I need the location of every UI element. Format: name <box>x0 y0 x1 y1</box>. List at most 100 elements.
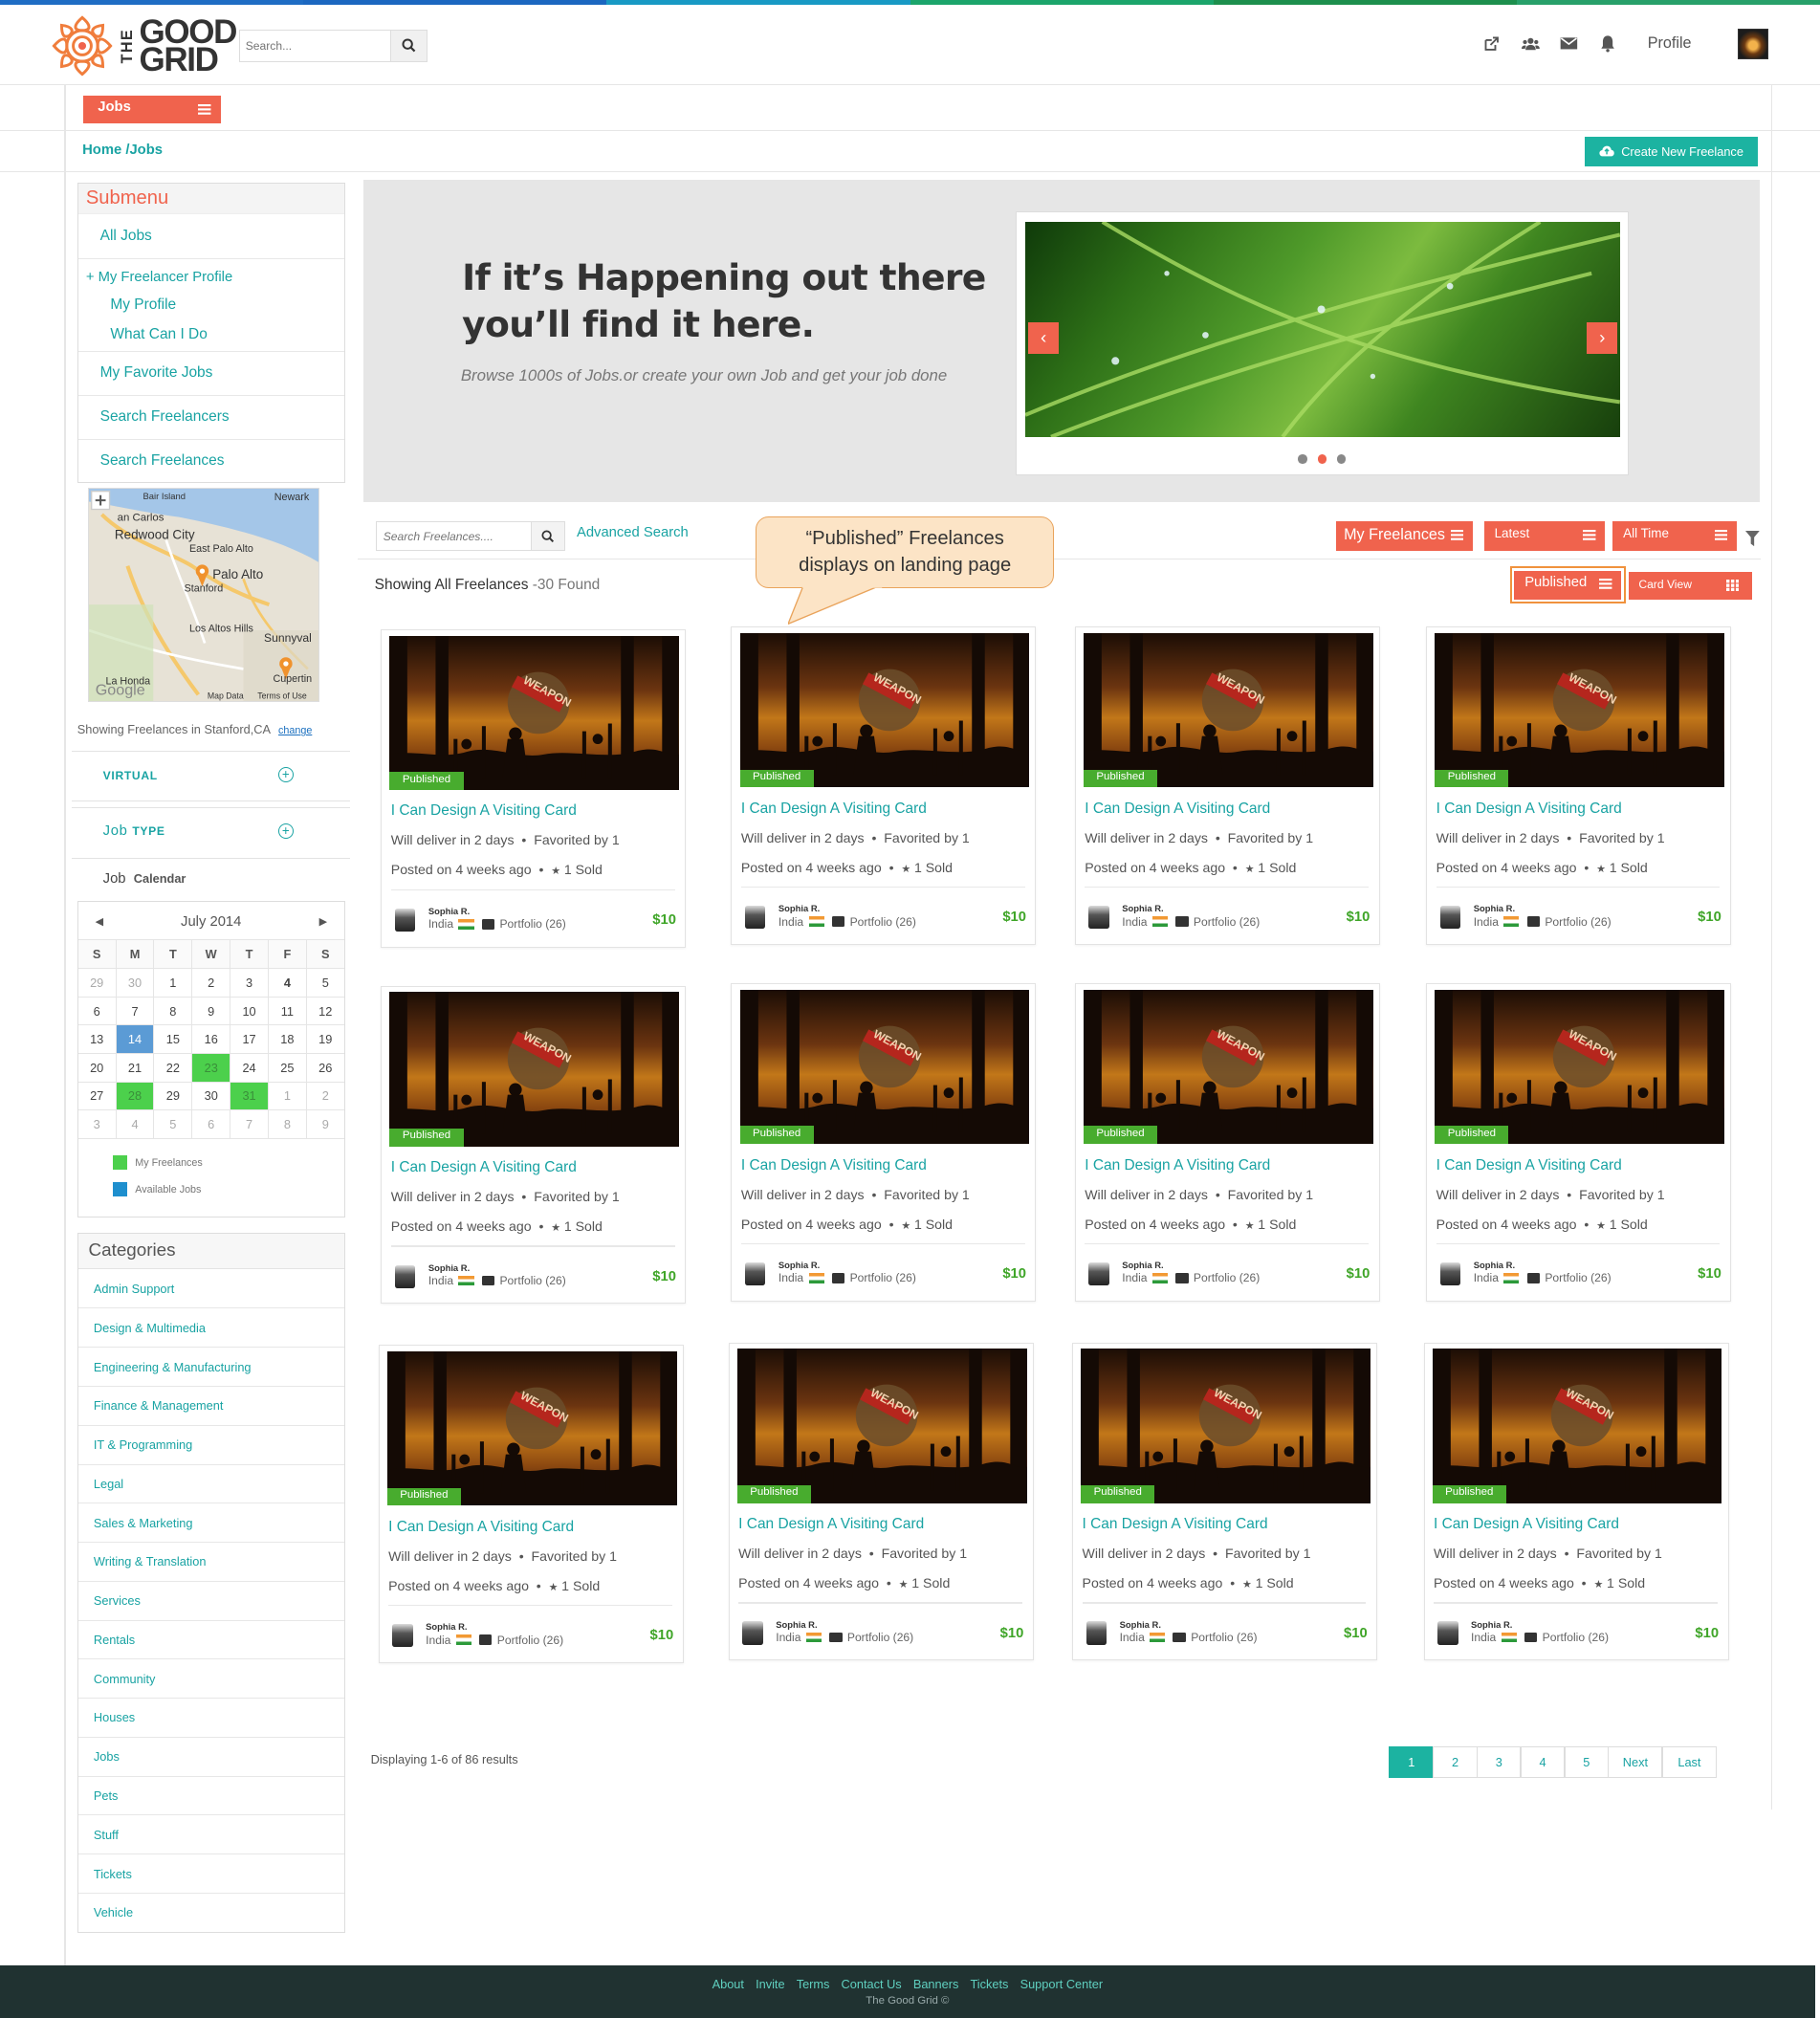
category-item[interactable]: Community <box>77 1658 344 1698</box>
page-button[interactable]: 1 <box>1389 1746 1435 1778</box>
card-title[interactable]: I Can Design A Visiting Card <box>741 801 927 818</box>
slider-dot[interactable] <box>1336 454 1347 464</box>
next-month-icon[interactable]: ▶ <box>319 915 327 928</box>
calendar-day[interactable]: 6 <box>191 1109 231 1139</box>
slider-next-button[interactable]: › <box>1587 322 1618 354</box>
profile-link[interactable]: Profile <box>1648 34 1692 53</box>
seller-name[interactable]: Sophia R. <box>776 1619 817 1630</box>
virtual-filter[interactable]: VIRTUAL + <box>72 750 351 802</box>
slider-dot[interactable] <box>1298 454 1307 464</box>
card-title[interactable]: I Can Design A Visiting Card <box>1436 801 1622 818</box>
bell-icon[interactable] <box>1599 34 1617 53</box>
slider-prev-button[interactable]: ‹ <box>1027 322 1060 354</box>
card-image[interactable]: WEAPON <box>1435 989 1725 1145</box>
calendar-day[interactable]: 16 <box>191 1024 231 1054</box>
footer-link[interactable]: Contact Us <box>842 1977 902 1991</box>
seller-avatar[interactable] <box>1439 1261 1461 1286</box>
advanced-search-link[interactable]: Advanced Search <box>577 525 689 540</box>
page-button[interactable]: 2 <box>1432 1746 1479 1778</box>
all-time-dropdown[interactable]: All Time <box>1612 521 1737 552</box>
footer-link[interactable]: About <box>713 1977 744 1991</box>
calendar-day[interactable]: 11 <box>267 996 307 1026</box>
card-image[interactable]: WEAPON <box>389 635 680 791</box>
seller-avatar[interactable] <box>742 1621 763 1645</box>
freelance-search-button[interactable] <box>530 522 564 551</box>
calendar-day[interactable]: 22 <box>153 1052 193 1083</box>
category-item[interactable]: Sales & Marketing <box>77 1503 344 1542</box>
seller-name[interactable]: Sophia R. <box>1474 1260 1515 1270</box>
last-page-button[interactable]: Last <box>1661 1746 1718 1778</box>
calendar-day[interactable]: 7 <box>115 996 155 1026</box>
calendar-day[interactable]: 17 <box>230 1024 269 1054</box>
category-item[interactable]: IT & Programming <box>77 1424 344 1464</box>
seller-name[interactable]: Sophia R. <box>778 1260 820 1270</box>
published-filter-dropdown[interactable]: Published <box>1514 570 1622 600</box>
my-freelances-dropdown[interactable]: My Freelances <box>1336 521 1473 552</box>
calendar-day[interactable]: 5 <box>153 1109 193 1139</box>
card-title[interactable]: I Can Design A Visiting Card <box>738 1516 924 1533</box>
card-title[interactable]: I Can Design A Visiting Card <box>1085 801 1270 818</box>
calendar-day[interactable]: 6 <box>77 996 117 1026</box>
freelance-card[interactable]: WEAPON Published I Can Design A Visiting C… <box>731 983 1037 1302</box>
seller-avatar[interactable] <box>394 908 416 932</box>
category-item[interactable]: Jobs <box>77 1736 344 1776</box>
jobs-menu-button[interactable]: Jobs <box>83 95 222 124</box>
card-title[interactable]: I Can Design A Visiting Card <box>1085 1157 1270 1174</box>
category-item[interactable]: Design & Multimedia <box>77 1307 344 1347</box>
submenu-what-can-i-do[interactable]: What Can I Do <box>86 319 344 349</box>
seller-portfolio[interactable]: Portfolio (26) <box>847 1631 913 1644</box>
category-item[interactable]: Finance & Management <box>77 1385 344 1425</box>
breadcrumb[interactable]: Home /Jobs <box>82 143 163 158</box>
calendar-day[interactable]: 3 <box>230 968 269 998</box>
change-location-link[interactable]: change <box>278 725 312 736</box>
seller-portfolio[interactable]: Portfolio (26) <box>499 1274 565 1287</box>
category-item[interactable]: Engineering & Manufacturing <box>77 1347 344 1386</box>
freelance-card[interactable]: WEAPON Published I Can Design A Visiting C… <box>1426 626 1732 945</box>
page-button[interactable]: 4 <box>1520 1746 1566 1778</box>
submenu-favorite-jobs[interactable]: My Favorite Jobs <box>77 351 344 395</box>
calendar-day[interactable]: 12 <box>305 996 345 1026</box>
submenu-all-jobs[interactable]: All Jobs <box>78 214 344 258</box>
card-image[interactable]: WEAPON <box>736 1349 1027 1503</box>
card-image[interactable]: WEAPON <box>386 1350 677 1506</box>
seller-portfolio[interactable]: Portfolio (26) <box>1543 1631 1609 1644</box>
card-image[interactable]: WEAPON <box>1432 1349 1722 1503</box>
location-map[interactable]: Bair Island Newark an Carlos Redwood Cit… <box>87 488 319 702</box>
footer-link[interactable]: Support Center <box>1020 1977 1104 1991</box>
card-title[interactable]: I Can Design A Visiting Card <box>388 1519 574 1536</box>
latest-dropdown[interactable]: Latest <box>1483 521 1606 552</box>
job-type-filter[interactable]: Job TYPE + <box>72 806 351 859</box>
filter-icon[interactable] <box>1745 530 1760 546</box>
calendar-day[interactable]: 13 <box>77 1024 117 1054</box>
calendar-day[interactable]: 7 <box>230 1109 269 1139</box>
slider-dot-active[interactable] <box>1317 454 1327 464</box>
card-image[interactable]: WEAPON <box>389 992 680 1147</box>
seller-avatar[interactable] <box>1088 906 1109 930</box>
calendar-day[interactable]: 4 <box>115 1109 155 1139</box>
freelance-card[interactable]: WEAPON Published I Can Design A Visiting C… <box>378 1345 684 1663</box>
avatar[interactable] <box>1737 28 1769 59</box>
category-item[interactable]: Vehicle <box>77 1892 344 1932</box>
calendar-day[interactable]: 21 <box>115 1052 155 1083</box>
seller-avatar[interactable] <box>744 1261 766 1286</box>
footer-link[interactable]: Tickets <box>970 1977 1008 1991</box>
seller-avatar[interactable] <box>394 1264 416 1288</box>
page-button[interactable]: 5 <box>1564 1746 1610 1778</box>
seller-name[interactable]: Sophia R. <box>1122 903 1163 913</box>
seller-avatar[interactable] <box>1439 906 1461 930</box>
category-item[interactable]: Rentals <box>77 1619 344 1659</box>
seller-avatar[interactable] <box>1088 1261 1109 1286</box>
external-link-icon[interactable] <box>1483 34 1502 53</box>
seller-portfolio[interactable]: Portfolio (26) <box>1191 1631 1257 1644</box>
calendar-day[interactable]: 28 <box>115 1081 155 1111</box>
card-view-dropdown[interactable]: Card View <box>1628 571 1752 601</box>
card-title[interactable]: I Can Design A Visiting Card <box>1436 1157 1622 1174</box>
calendar-day[interactable]: 2 <box>305 1081 345 1111</box>
calendar-day[interactable]: 29 <box>153 1081 193 1111</box>
calendar-day[interactable]: 1 <box>267 1081 307 1111</box>
seller-avatar[interactable] <box>744 906 766 930</box>
freelance-card[interactable]: WEAPON Published I Can Design A Visiting C… <box>731 626 1037 945</box>
freelance-card[interactable]: WEAPON Published I Can Design A Visiting C… <box>381 629 687 948</box>
seller-portfolio[interactable]: Portfolio (26) <box>1194 1271 1260 1284</box>
seller-portfolio[interactable]: Portfolio (26) <box>1194 915 1260 929</box>
